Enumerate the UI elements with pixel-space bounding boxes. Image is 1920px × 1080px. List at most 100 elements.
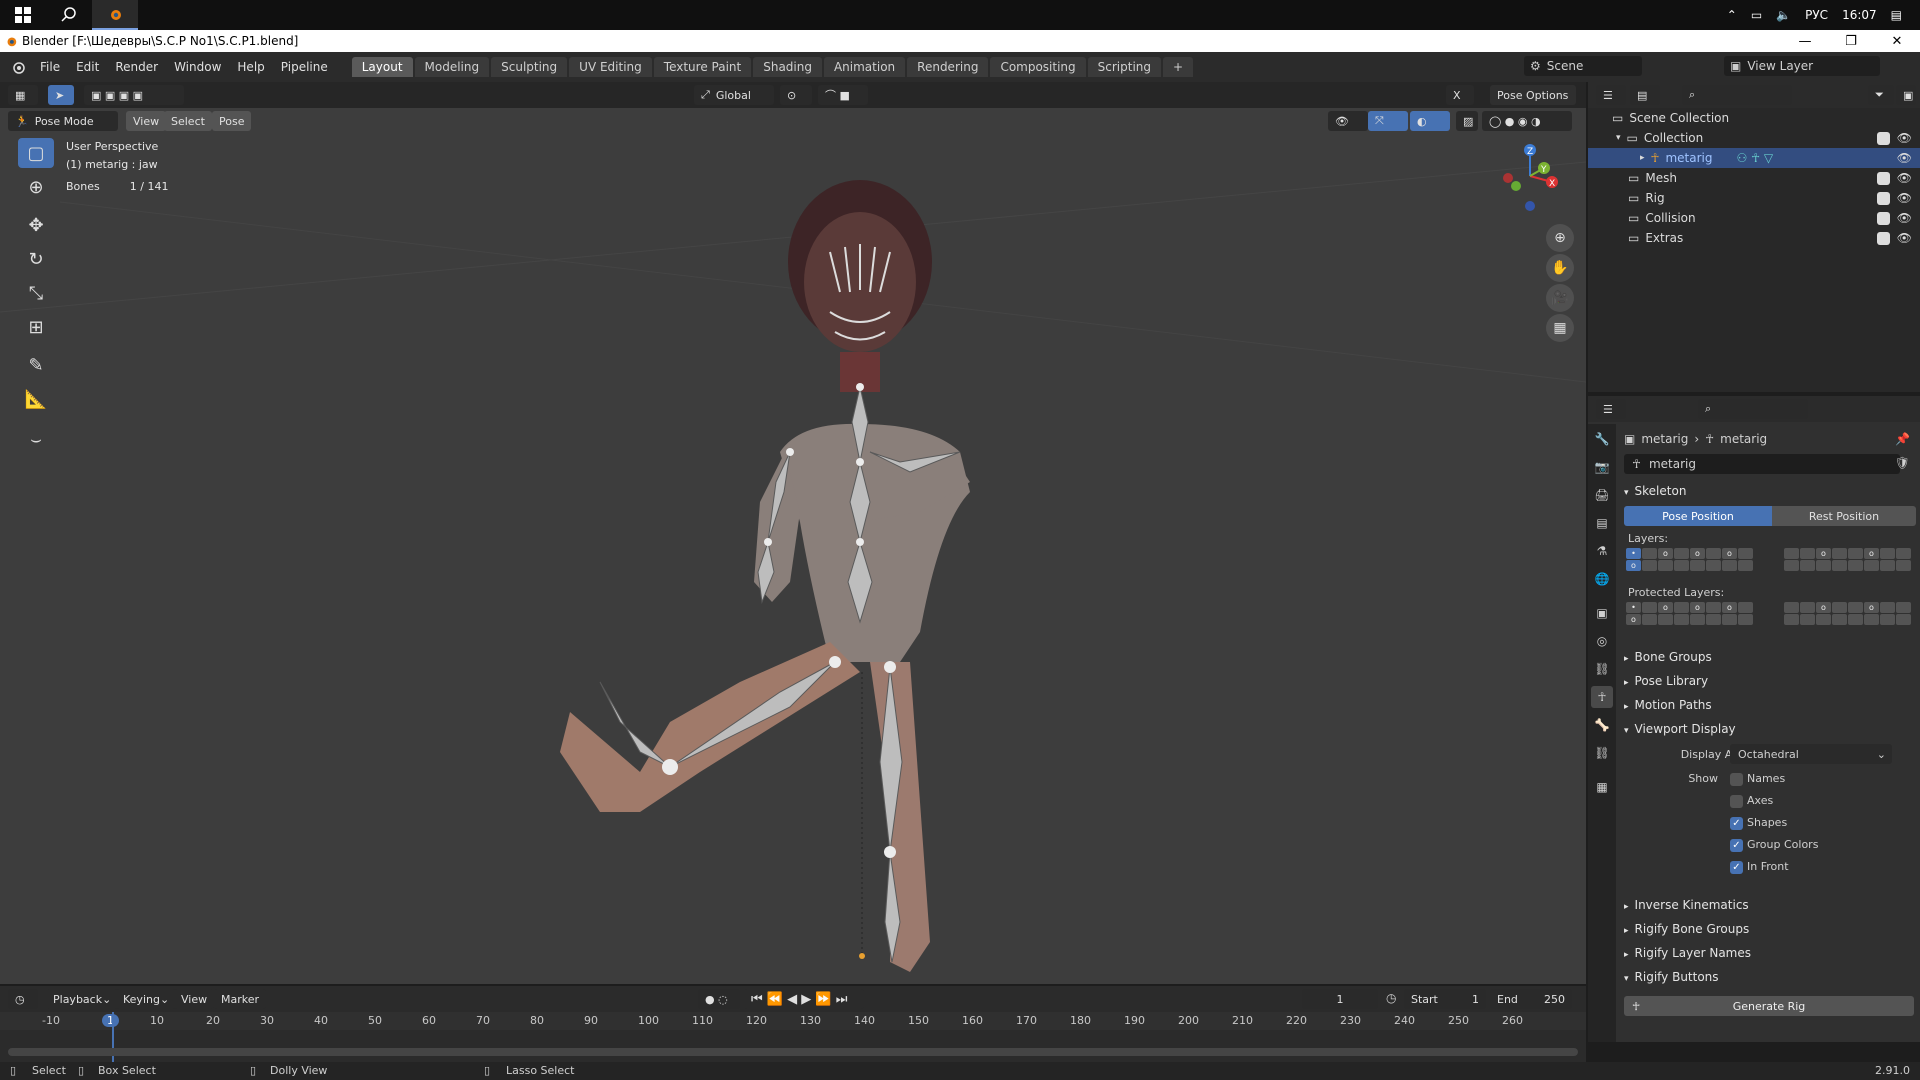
filter-icon[interactable]: ⏷ — [1868, 85, 1894, 105]
tab-shading[interactable]: Shading — [753, 57, 822, 77]
display-as-dropdown[interactable]: Octahedral ⌄ — [1730, 744, 1892, 764]
exclude-checkbox[interactable] — [1877, 211, 1894, 225]
datablock-name-field[interactable]: ☥ metarig — [1624, 454, 1900, 474]
eye-icon[interactable]: 👁 — [1897, 211, 1912, 225]
keying-menu[interactable]: Keying ⌄ — [116, 989, 177, 1009]
playback-controls[interactable]: ⏮ ⏪ ◀ ▶ ⏩ ⏭ — [744, 989, 864, 1009]
properties-editor-type-button[interactable]: ☰ — [1596, 399, 1626, 419]
outliner-row-extras[interactable]: ▭ Extras 👁 — [1588, 228, 1920, 248]
close-icon[interactable]: ✕ — [1874, 30, 1920, 52]
notification-icon[interactable]: ▤ — [1891, 8, 1902, 22]
pose-curve-tool-icon[interactable]: ⌣ — [18, 424, 54, 454]
layer-grid-left[interactable]: • o o o o — [1626, 548, 1753, 571]
panel-rigify-layer-names[interactable]: ▸ Rigify Layer Names — [1624, 946, 1751, 960]
outliner-row-collection[interactable]: ▾ ▭ Collection 👁 — [1588, 128, 1920, 148]
tab-animation[interactable]: Animation — [823, 57, 906, 77]
constraints-tab-icon[interactable]: ⛓ — [1591, 658, 1613, 680]
tool-tab-icon[interactable]: 🔧 — [1591, 428, 1613, 450]
end-frame-field[interactable]: End 250 — [1490, 989, 1572, 1009]
exclude-checkbox[interactable] — [1877, 171, 1894, 185]
layer-grid-right[interactable]: oo — [1784, 548, 1911, 571]
bone-tab-icon[interactable]: 🦴 — [1591, 714, 1613, 736]
transform-tool-icon[interactable]: ⊞ — [18, 312, 54, 342]
timeline-scrollbar[interactable] — [8, 1048, 1578, 1056]
generate-rig-button[interactable]: ☥ Generate Rig — [1624, 996, 1914, 1016]
tray-time[interactable]: 16:07 — [1842, 8, 1877, 22]
pan-hand-icon[interactable]: ✋ — [1546, 254, 1574, 282]
display-mode-button[interactable]: ▤ — [1630, 85, 1660, 105]
panel-inverse-kinematics[interactable]: ▸ Inverse Kinematics — [1624, 898, 1749, 912]
scene-selector[interactable]: ⚙ Scene — [1524, 56, 1642, 76]
tab-modeling[interactable]: Modeling — [414, 57, 490, 77]
blender-taskbar-icon[interactable] — [92, 0, 138, 30]
panel-motion-paths[interactable]: ▸ Motion Paths — [1624, 698, 1712, 712]
chevron-up-icon[interactable]: ⌃ — [1727, 8, 1737, 22]
show-shapes-checkbox[interactable]: ✓ Shapes — [1730, 816, 1787, 830]
show-in-front-checkbox[interactable]: ✓ In Front — [1730, 860, 1789, 874]
timeline-ruler[interactable]: -10 1 10 20 30 40 50 60 70 80 90 100 110 120 130 140 150… — [0, 1012, 1586, 1030]
outliner-row-collision[interactable]: ▭ Collision 👁 — [1588, 208, 1920, 228]
disclosure-triangle-icon[interactable]: ▸ — [1640, 153, 1645, 163]
tab-compositing[interactable]: Compositing — [990, 57, 1086, 77]
restore-icon[interactable]: ❐ — [1828, 30, 1874, 52]
menu-help[interactable]: Help — [229, 60, 272, 74]
rest-position-button[interactable]: Rest Position — [1772, 506, 1916, 526]
exclude-checkbox[interactable] — [1877, 131, 1894, 145]
select-box-tool-icon[interactable]: ▢ — [18, 138, 54, 168]
exclude-checkbox[interactable] — [1877, 191, 1894, 205]
show-axes-checkbox[interactable]: Axes — [1730, 794, 1773, 808]
outliner-row-mesh[interactable]: ▭ Mesh 👁 — [1588, 168, 1920, 188]
character-model[interactable] — [540, 162, 1020, 982]
panel-pose-library[interactable]: ▸ Pose Library — [1624, 674, 1708, 688]
start-frame-field[interactable]: Start 1 — [1404, 989, 1486, 1009]
panel-bone-groups[interactable]: ▸ Bone Groups — [1624, 650, 1712, 664]
tab-layout[interactable]: Layout — [351, 57, 413, 77]
panel-rigify-bone-groups[interactable]: ▸ Rigify Bone Groups — [1624, 922, 1749, 936]
bone-constraints-tab-icon[interactable]: ⛓ — [1591, 742, 1613, 764]
search-icon[interactable] — [46, 0, 92, 30]
record-keyframe-icon[interactable]: ● ◌ — [698, 989, 740, 1009]
perspective-grid-icon[interactable]: ▦ — [1546, 314, 1574, 342]
world-tab-icon[interactable]: 🌐 — [1591, 568, 1613, 590]
eye-icon[interactable]: 👁 — [1897, 151, 1912, 165]
eye-icon[interactable]: 👁 — [1897, 171, 1912, 185]
texture-tab-icon[interactable]: ▦ — [1591, 776, 1613, 798]
rotate-tool-icon[interactable]: ↻ — [18, 244, 54, 274]
menu-file[interactable]: File — [32, 60, 68, 74]
menu-edit[interactable]: Edit — [68, 60, 107, 74]
new-collection-icon[interactable]: ▣ — [1896, 85, 1916, 105]
eye-icon[interactable]: 👁 — [1897, 191, 1912, 205]
physics-tab-icon[interactable]: ◎ — [1591, 630, 1613, 652]
show-group-colors-checkbox[interactable]: ✓ Group Colors — [1730, 838, 1818, 852]
show-names-checkbox[interactable]: Names — [1730, 772, 1785, 786]
camera-icon[interactable]: 🎥 — [1546, 284, 1574, 312]
minimize-icon[interactable]: — — [1782, 30, 1828, 52]
3d-viewport[interactable]: ▦ ➤ ▣ ▣ ▣ ▣ ⤢ Global ⊙ ⌒ ■ X Pose Options… — [0, 82, 1586, 984]
panel-skeleton[interactable]: ▾ Skeleton — [1624, 484, 1686, 498]
eye-icon[interactable]: 👁 — [1897, 231, 1912, 245]
pin-icon[interactable]: 📌 — [1895, 432, 1910, 446]
playback-menu[interactable]: Playback ⌄ — [46, 989, 119, 1009]
outliner-editor-type-button[interactable]: ☰ — [1596, 85, 1626, 105]
blender-menu-icon[interactable] — [10, 59, 26, 75]
panel-rigify-buttons[interactable]: ▾ Rigify Buttons — [1624, 970, 1719, 984]
tray-language[interactable]: РУС — [1805, 8, 1828, 22]
outliner-row-metarig[interactable]: ▸ ☥ metarig ⚇ ☥ ▽ 👁 — [1588, 148, 1920, 168]
tab-sculpting[interactable]: Sculpting — [491, 57, 568, 77]
menu-pipeline[interactable]: Pipeline — [273, 60, 336, 74]
annotate-tool-icon[interactable]: ✎ — [18, 350, 54, 380]
armature-data-tab-icon[interactable]: ☥ — [1591, 686, 1613, 708]
tab-rendering[interactable]: Rendering — [907, 57, 989, 77]
pose-position-button[interactable]: Pose Position — [1624, 506, 1772, 526]
network-icon[interactable]: ▭ — [1751, 8, 1762, 22]
protected-layer-grid-left[interactable]: • o o o o — [1626, 602, 1753, 625]
scene-tab-icon[interactable]: ⚗ — [1591, 540, 1613, 562]
output-tab-icon[interactable]: 🖨 — [1591, 484, 1613, 506]
outliner-search-input[interactable]: ⌕ — [1682, 85, 1792, 105]
current-frame-field[interactable]: 1 — [1302, 989, 1378, 1009]
menu-render[interactable]: Render — [107, 60, 166, 74]
move-tool-icon[interactable]: ✥ — [18, 210, 54, 240]
fake-user-shield-icon[interactable]: 🛡 — [1895, 456, 1910, 470]
view-menu[interactable]: View — [174, 989, 215, 1009]
outliner-row-rig[interactable]: ▭ Rig 👁 — [1588, 188, 1920, 208]
